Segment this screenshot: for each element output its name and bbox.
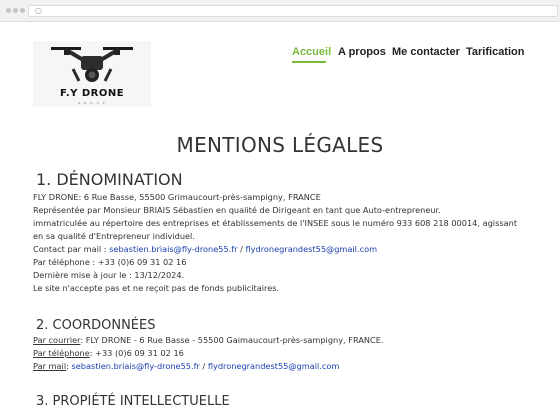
mail-line: Par mail: sebastien.briais@fly-drone55.f… [33,360,538,373]
courier-value: : FLY DRONE - 6 Rue Basse - 55500 Gaimau… [80,335,384,345]
reload-icon[interactable]: ○ [35,5,42,17]
courier-label: Par courrier [33,335,81,345]
email-link-secondary-2[interactable]: flydronegrandest55@gmail.com [208,361,340,371]
nav-me-contacter[interactable]: Me contacter [392,46,460,58]
window-dot-icon [20,8,25,13]
courier-line: Par courrier: FLY DRONE - 6 Rue Basse - … [33,334,538,347]
mail-label: Par mail [33,361,67,371]
section-heading-coordonnees: 2. COORDONNÉES [36,318,156,333]
browser-toolbar: ○ [0,0,560,22]
representative-line: Représentée par Monsieur BRIAIS Sébastie… [33,205,441,215]
contact-mail-line: Contact par mail : sebastien.briais@fly-… [33,243,538,256]
section-coordonnees-body: Par courrier: FLY DRONE - 6 Rue Basse - … [33,334,538,373]
contact-mail-label: Contact par mail : [33,244,110,254]
phone-line-2: Par téléphone: +33 (0)6 09 31 02 16 [33,347,538,360]
email-link-primary[interactable]: sebastien.briais@fly-drone55.fr [109,244,237,254]
window-dot-icon [6,8,11,13]
registration-line: immatriculée au répertoire des entrepris… [33,218,518,228]
email-link-secondary[interactable]: flydronegrandest55@gmail.com [246,244,378,254]
phone-value: : +33 (0)6 09 31 02 16 [89,348,184,358]
section-heading-denomination: 1. DÉNOMINATION [36,170,183,189]
main-nav: Accueil A propos Me contacter Tarificati… [0,46,560,66]
logo-brand-text: F.Y DRONE [59,88,125,99]
section-denomination-body: FLY DRONE: 6 Rue Basse, 55500 Grimaucour… [33,191,538,295]
nav-a-propos[interactable]: A propos [338,46,386,58]
registration-line-2: en sa qualité d'Entrepreneur individuel. [33,231,195,241]
mail-separator: / [237,244,246,254]
nav-active-underline [292,61,326,63]
page-title: MENTIONS LÉGALES [176,133,384,157]
email-link-primary-2[interactable]: sebastien.briais@fly-drone55.fr [71,361,199,371]
phone-label: Par téléphone [33,348,90,358]
window-dot-icon [13,8,18,13]
phone-line: Par téléphone : +33 (0)6 09 31 02 16 [33,257,187,267]
address-bar[interactable]: ○ [28,5,558,17]
logo-tagline: G·R·O·U·P [77,101,107,105]
last-update-line: Dernière mise à jour le : 13/12/2024. [33,270,185,280]
nav-tarification[interactable]: Tarification [466,46,524,58]
funds-line: Le site n'accepte pas et ne reçoit pas d… [33,283,280,293]
address-line: FLY DRONE: 6 Rue Basse, 55500 Grimaucour… [33,192,321,202]
mail-separator-2: / [199,361,208,371]
nav-accueil[interactable]: Accueil [292,46,331,58]
